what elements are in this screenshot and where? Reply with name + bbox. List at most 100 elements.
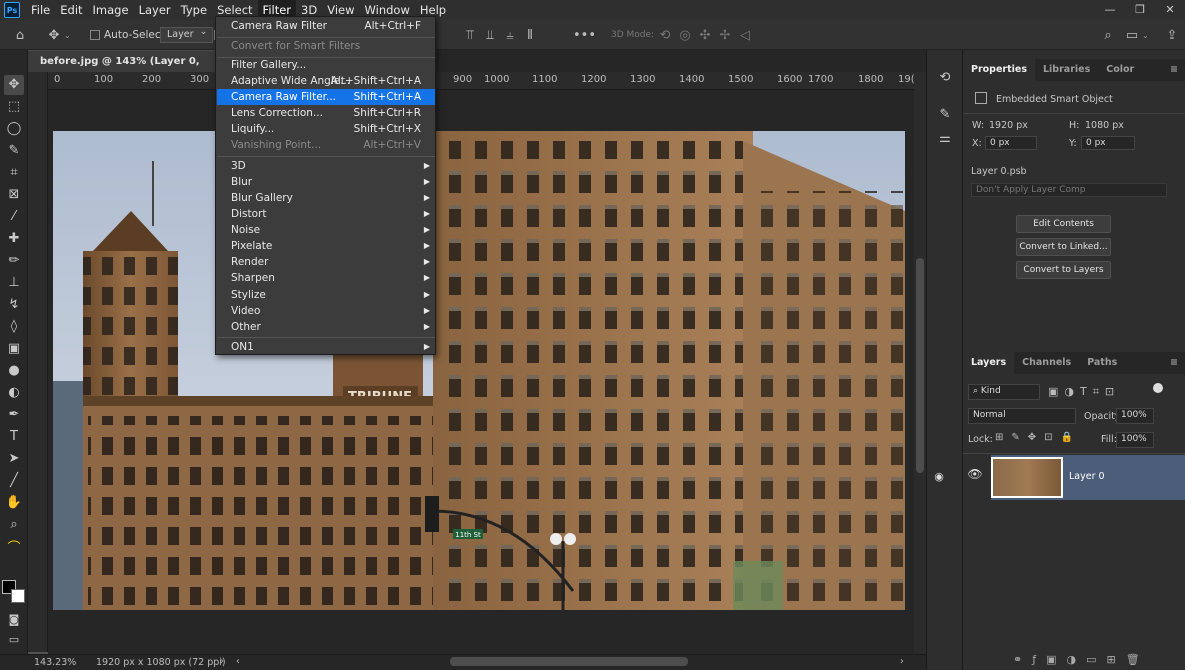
align-middle-icon[interactable]: ⫫ bbox=[480, 28, 500, 43]
menu-item-3d[interactable]: 3D ▶ bbox=[217, 158, 435, 174]
crop-tool-icon[interactable]: ⌗ bbox=[4, 163, 24, 183]
align-bottom-icon[interactable]: ⫨ bbox=[500, 28, 520, 43]
tab-layers[interactable]: Layers bbox=[963, 352, 1015, 374]
layer-comp-dropdown[interactable]: Don't Apply Layer Comp bbox=[971, 183, 1167, 197]
home-icon[interactable]: ⌂ bbox=[10, 20, 30, 50]
align-top-icon[interactable]: ⫪ bbox=[460, 28, 480, 43]
path-selection-tool-icon[interactable]: ➤ bbox=[4, 449, 24, 469]
move-tool-icon[interactable]: ✥ ⌄ bbox=[44, 20, 71, 50]
width-value[interactable]: 1920 px bbox=[989, 120, 1028, 131]
background-color-swatch[interactable] bbox=[11, 589, 25, 603]
menu-item-liquify[interactable]: Liquify... Shift+Ctrl+X bbox=[217, 121, 435, 137]
layer-filter-kind[interactable]: ⌕ Kind bbox=[968, 384, 1040, 400]
convert-to-linked-button[interactable]: Convert to Linked... bbox=[1016, 238, 1111, 256]
clone-stamp-tool-icon[interactable]: ⊥ bbox=[4, 273, 24, 293]
visibility-eye-icon[interactable]: 👁 bbox=[965, 467, 985, 481]
more-options-icon[interactable]: ••• bbox=[573, 20, 596, 50]
search-icon[interactable]: ⌕ bbox=[1098, 20, 1118, 50]
menu-item-blur[interactable]: Blur ▶ bbox=[217, 174, 435, 190]
dodge-tool-icon[interactable]: ◐ bbox=[4, 383, 24, 403]
tab-color[interactable]: Color bbox=[1098, 59, 1142, 81]
history-brush-tool-icon[interactable]: ↯ bbox=[4, 295, 24, 315]
menu-item-sharpen[interactable]: Sharpen ▶ bbox=[217, 270, 435, 286]
horizontal-scroll-thumb[interactable] bbox=[450, 657, 688, 666]
menu-item-adaptive-wide-angle[interactable]: Adaptive Wide Angle... Alt+Shift+Ctrl+A bbox=[217, 73, 435, 89]
restore-button[interactable]: ❐ bbox=[1125, 0, 1155, 20]
close-button[interactable]: ✕ bbox=[1155, 0, 1185, 20]
distribute-icon[interactable]: ⫴ bbox=[520, 28, 540, 43]
menu-item-lens-correction[interactable]: Lens Correction... Shift+Ctrl+R bbox=[217, 105, 435, 121]
scroll-left-arrow-icon[interactable]: ‹ bbox=[236, 656, 240, 667]
lock-icons[interactable]: ⊞✎✥⊡🔒 bbox=[995, 432, 1081, 443]
edit-toolbar-icon[interactable]: ⌒ bbox=[4, 539, 24, 559]
frame-tool-icon[interactable]: ⊠ bbox=[4, 185, 24, 205]
menu-item-blur-gallery[interactable]: Blur Gallery ▶ bbox=[217, 190, 435, 206]
document-image[interactable]: TRIBUNE 11th St bbox=[53, 131, 905, 610]
blend-mode-dropdown[interactable]: Normal bbox=[968, 408, 1076, 424]
zoom-tool-icon[interactable]: ⌕ bbox=[4, 515, 24, 535]
auto-select-dropdown[interactable]: Layer bbox=[160, 25, 213, 43]
menu-item-video[interactable]: Video ▶ bbox=[217, 303, 435, 319]
layers-menu-icon[interactable]: ≡ bbox=[1162, 352, 1185, 374]
fill-field[interactable]: 100% bbox=[1116, 432, 1154, 448]
convert-to-layers-button[interactable]: Convert to Layers bbox=[1016, 261, 1111, 279]
healing-brush-tool-icon[interactable]: ✚ bbox=[4, 229, 24, 249]
move-tool-icon[interactable]: ✥ bbox=[4, 75, 24, 95]
brush-settings-icon[interactable]: ✎ bbox=[935, 105, 955, 125]
eye-icon[interactable]: ◉ bbox=[929, 470, 949, 483]
brush-tool-icon[interactable]: ✏ bbox=[4, 251, 24, 271]
minimize-button[interactable]: — bbox=[1095, 0, 1125, 20]
menu-image[interactable]: Image bbox=[88, 0, 134, 20]
menu-edit[interactable]: Edit bbox=[55, 0, 87, 20]
marquee-tool-icon[interactable]: ⬚ bbox=[4, 97, 24, 117]
history-panel-icon[interactable]: ⟲ bbox=[935, 68, 955, 88]
menu-item-pixelate[interactable]: Pixelate ▶ bbox=[217, 238, 435, 254]
edit-contents-button[interactable]: Edit Contents bbox=[1016, 215, 1111, 233]
line-tool-icon[interactable]: ╱ bbox=[4, 471, 24, 491]
zoom-level[interactable]: 143.23% bbox=[34, 657, 76, 668]
status-menu-arrow-icon[interactable]: › bbox=[220, 656, 224, 667]
auto-select-checkbox[interactable]: Auto-Select: bbox=[90, 20, 168, 50]
eyedropper-tool-icon[interactable]: ⁄ bbox=[4, 207, 24, 227]
gradient-tool-icon[interactable]: ▣ bbox=[4, 339, 24, 359]
quick-selection-tool-icon[interactable]: ✎ bbox=[4, 141, 24, 161]
filter-toggle-icon[interactable] bbox=[1153, 383, 1163, 393]
menu-item-stylize[interactable]: Stylize ▶ bbox=[217, 287, 435, 303]
layer-filter-icons[interactable]: ▣◑T⌗⊡ bbox=[1048, 385, 1158, 399]
opacity-field[interactable]: 100% bbox=[1116, 408, 1154, 424]
panel-menu-icon[interactable]: ≡ bbox=[1162, 59, 1185, 81]
screen-mode-icon[interactable]: ▭ bbox=[4, 630, 24, 650]
3d-pan-icon[interactable]: ✣ bbox=[695, 28, 715, 43]
eraser-tool-icon[interactable]: ◊ bbox=[4, 317, 24, 337]
layers-footer-icons[interactable]: ⚭ƒ▣◑▭⊞🗑 bbox=[1013, 653, 1150, 666]
adjustments-icon[interactable]: ⚌ bbox=[935, 129, 955, 149]
layer-name[interactable]: Layer 0 bbox=[1069, 471, 1105, 482]
tab-libraries[interactable]: Libraries bbox=[1035, 59, 1098, 81]
menu-item-camera-raw-filter[interactable]: Camera Raw Filter... Shift+Ctrl+A bbox=[217, 89, 435, 105]
align-icons[interactable]: ⫪ ⫫ ⫨ ⫴ bbox=[460, 20, 540, 50]
workspace-icon[interactable]: ▭ ⌄ bbox=[1122, 20, 1149, 50]
x-position-field[interactable]: 0 px bbox=[985, 136, 1037, 150]
menu-item-filter-gallery[interactable]: Filter Gallery... bbox=[217, 57, 435, 73]
tab-channels[interactable]: Channels bbox=[1014, 352, 1079, 374]
y-position-field[interactable]: 0 px bbox=[1081, 136, 1135, 150]
type-tool-icon[interactable]: T bbox=[4, 427, 24, 447]
layer-row[interactable]: 👁 Layer 0 bbox=[967, 455, 1185, 500]
3d-scale-icon[interactable]: ◁ bbox=[735, 28, 755, 43]
menu-file[interactable]: File bbox=[26, 0, 55, 20]
tab-properties[interactable]: Properties bbox=[963, 59, 1035, 81]
menu-item-on1[interactable]: ON1 ▶ bbox=[217, 339, 435, 355]
vertical-scroll-thumb[interactable] bbox=[916, 258, 924, 473]
share-icon[interactable]: ⇪ bbox=[1162, 20, 1182, 50]
pen-tool-icon[interactable]: ✒ bbox=[4, 405, 24, 425]
3d-orbit-icon[interactable]: ⟲ bbox=[655, 28, 675, 43]
hand-tool-icon[interactable]: ✋ bbox=[4, 493, 24, 513]
blur-tool-icon[interactable]: ● bbox=[4, 361, 24, 381]
lasso-tool-icon[interactable]: ◯ bbox=[4, 119, 24, 139]
scroll-right-arrow-icon[interactable]: › bbox=[900, 656, 904, 667]
document-tab[interactable]: before.jpg @ 143% (Layer 0, RGB/8#) * bbox=[28, 50, 218, 89]
3d-roll-icon[interactable]: ◎ bbox=[675, 28, 695, 43]
menu-item-other[interactable]: Other ▶ bbox=[217, 319, 435, 335]
menu-type[interactable]: Type bbox=[176, 0, 212, 20]
menu-item-render[interactable]: Render ▶ bbox=[217, 254, 435, 270]
